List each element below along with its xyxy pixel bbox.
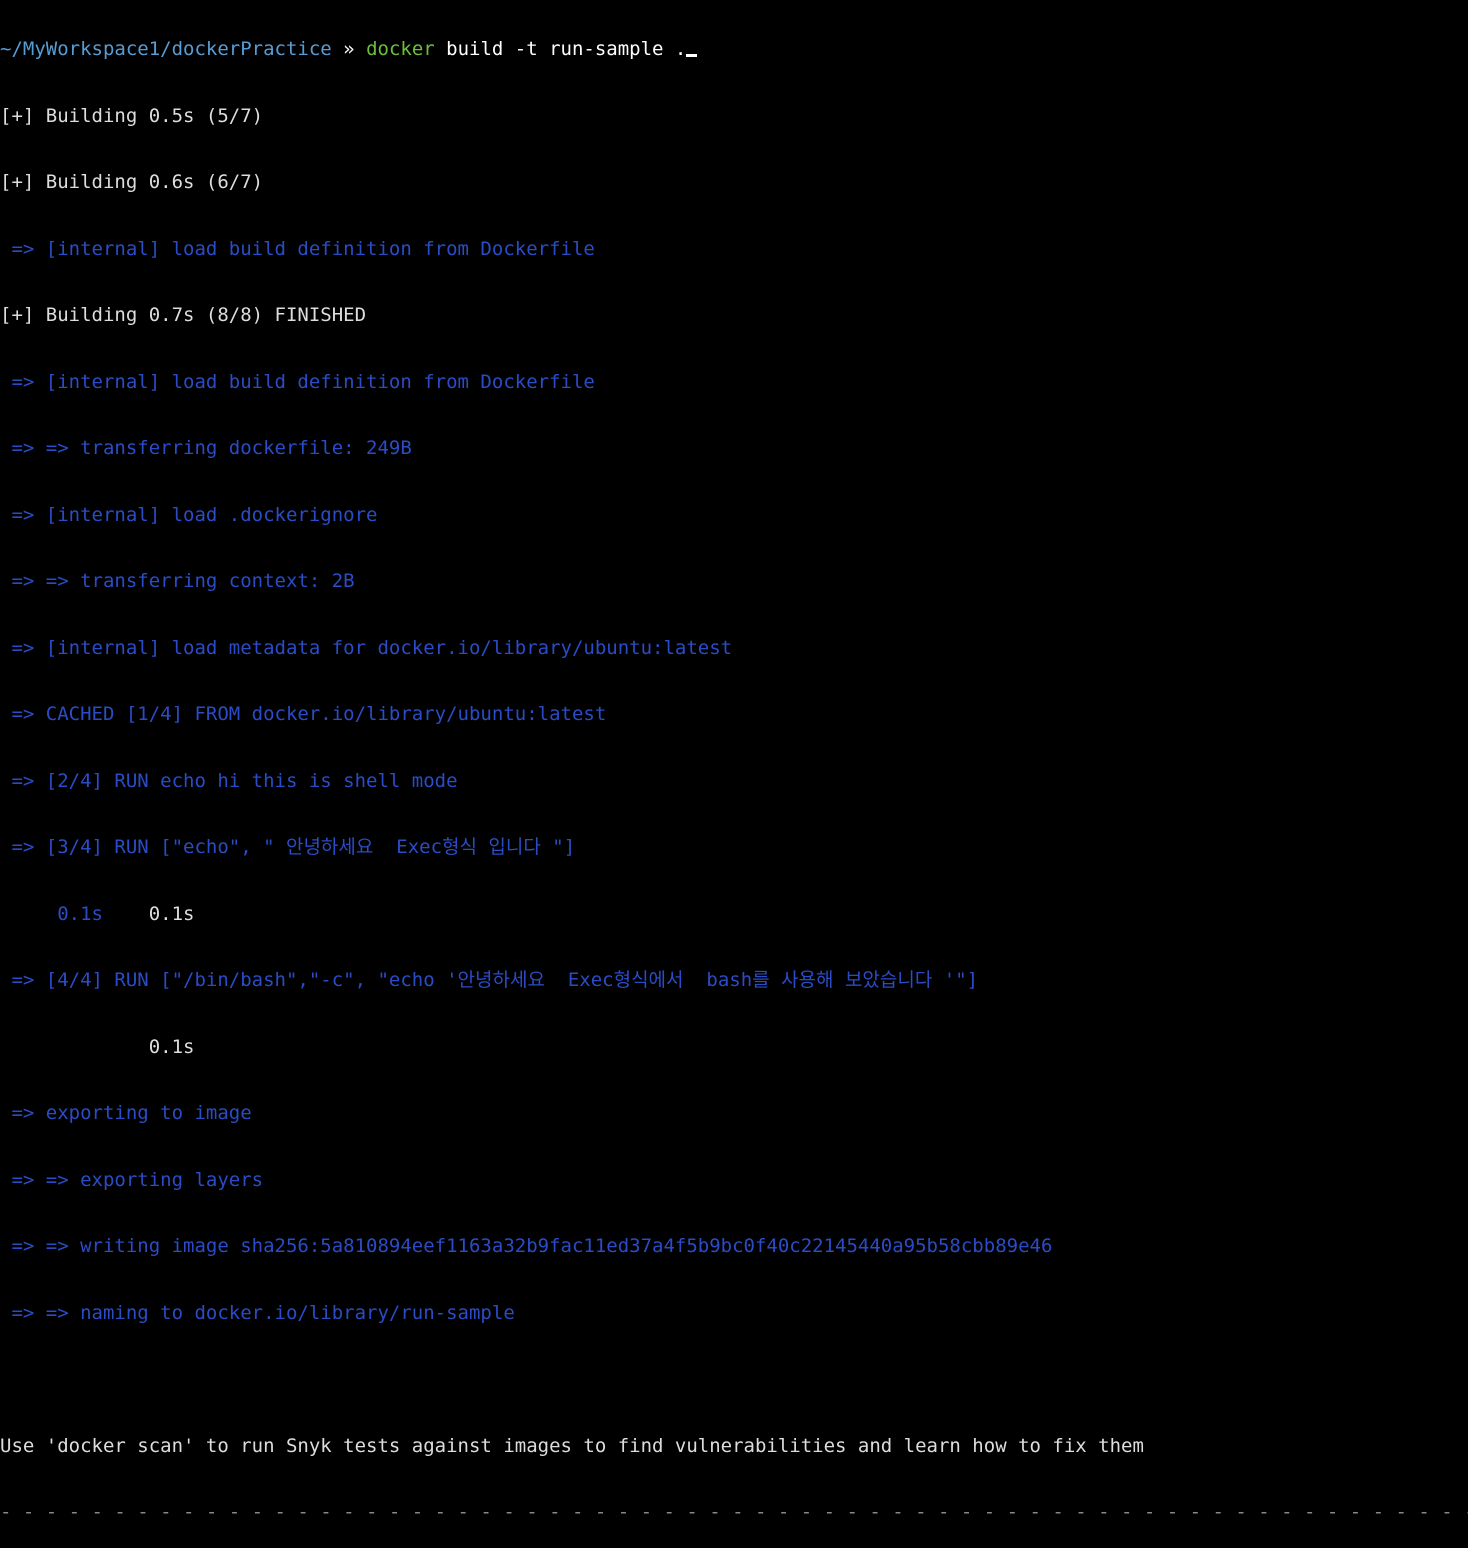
prompt-separator: »	[343, 38, 366, 60]
output-line: [+] Building 0.6s (6/7)	[0, 166, 1468, 199]
output-line: => [internal] load build definition from…	[0, 233, 1468, 266]
horizontal-rule: - - - - - - - - - - - - - - - - - - - - …	[0, 1496, 1468, 1529]
output-line: [+] Building 0.7s (8/8) FINISHED	[0, 299, 1468, 332]
output-line: 0.1s 0.1s	[0, 898, 1468, 931]
output-line: => [4/4] RUN ["/bin/bash","-c", "echo '안…	[0, 964, 1468, 997]
command-green: docker	[366, 38, 435, 60]
terminal[interactable]: ~/MyWorkspace1/dockerPractice » docker b…	[0, 0, 1468, 1548]
output-line: => => naming to docker.io/library/run-sa…	[0, 1297, 1468, 1330]
output-line: => [internal] load metadata for docker.i…	[0, 632, 1468, 665]
blank-line	[0, 1363, 1468, 1396]
output-line: => => exporting layers	[0, 1164, 1468, 1197]
tip-line: Use 'docker scan' to run Snyk tests agai…	[0, 1430, 1468, 1463]
timing-blue: 0.1s	[0, 903, 103, 925]
command-white: build -t run-sample .	[435, 38, 687, 60]
output-line: 0.1s	[0, 1031, 1468, 1064]
output-line: => => transferring context: 2B	[0, 565, 1468, 598]
output-line: => exporting to image	[0, 1097, 1468, 1130]
cursor	[686, 54, 697, 57]
output-line: => [internal] load build definition from…	[0, 366, 1468, 399]
timing-white: 0.1s	[103, 903, 195, 925]
output-line: => [internal] load .dockerignore	[0, 499, 1468, 532]
prompt-line: ~/MyWorkspace1/dockerPractice » docker b…	[0, 33, 1468, 66]
prompt-path: ~/MyWorkspace1/dockerPractice	[0, 38, 343, 60]
output-line: => [3/4] RUN ["echo", " 안녕하세요 Exec형식 입니다…	[0, 831, 1468, 864]
output-line: => => transferring dockerfile: 249B	[0, 432, 1468, 465]
output-line: [+] Building 0.5s (5/7)	[0, 100, 1468, 133]
output-line: => CACHED [1/4] FROM docker.io/library/u…	[0, 698, 1468, 731]
output-line: => [2/4] RUN echo hi this is shell mode	[0, 765, 1468, 798]
output-line: => => writing image sha256:5a810894eef11…	[0, 1230, 1468, 1263]
